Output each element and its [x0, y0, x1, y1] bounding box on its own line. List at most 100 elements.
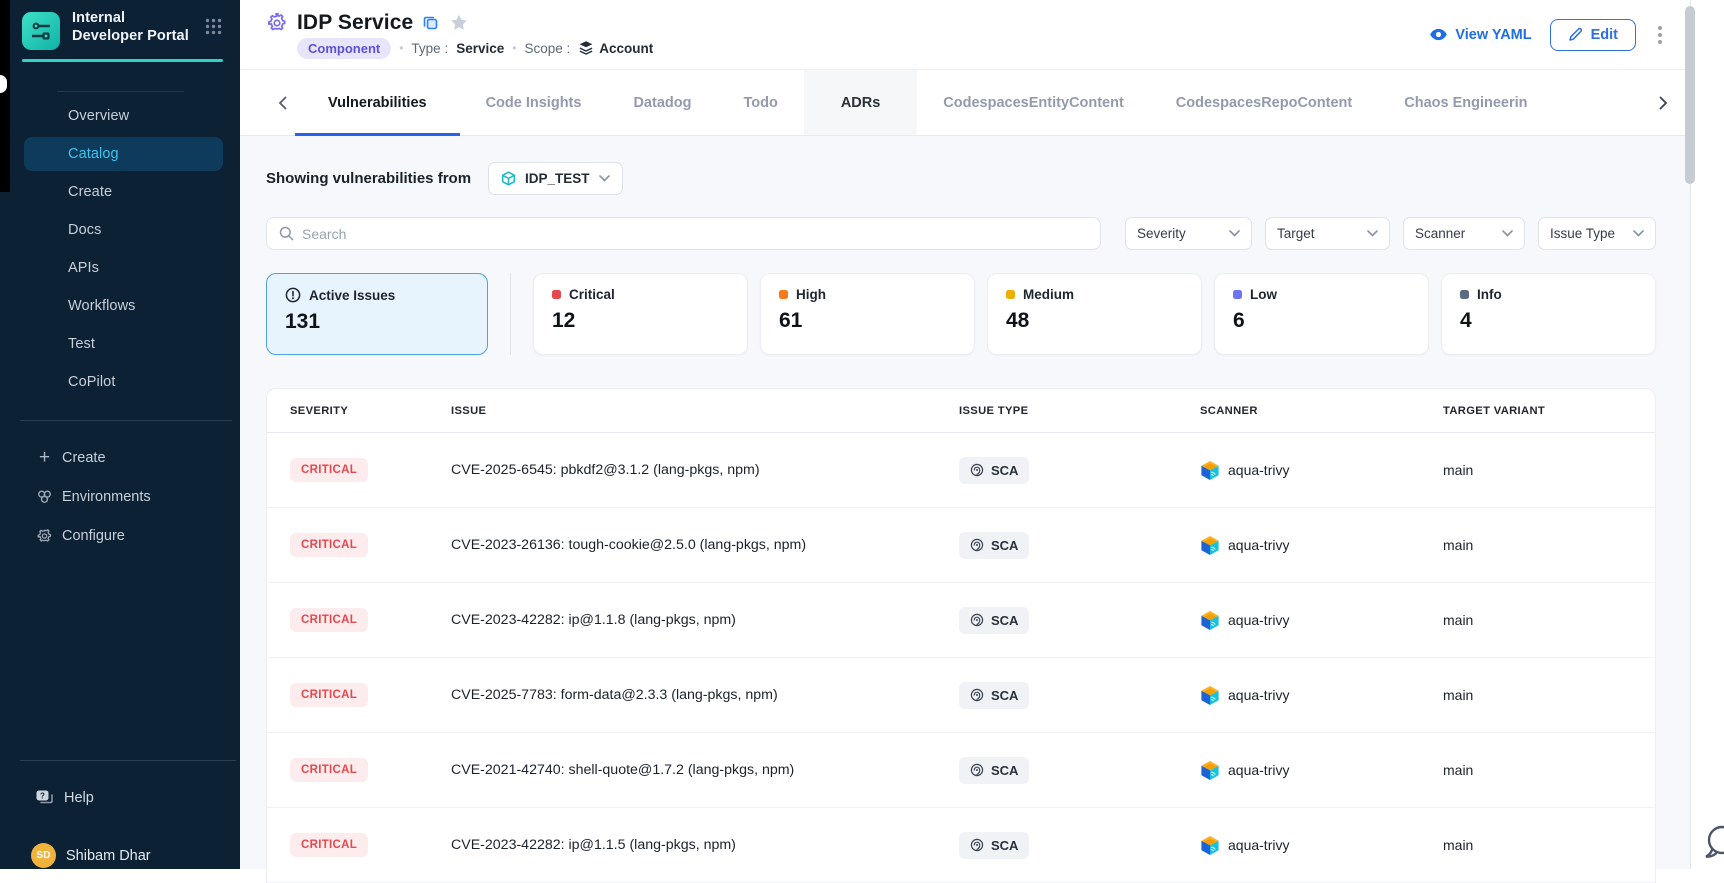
target-variant: main — [1443, 837, 1655, 853]
severity-card-label: Medium — [1023, 287, 1074, 302]
table-row[interactable]: CRITICAL CVE-2023-42282: ip@1.1.8 (lang-… — [267, 583, 1655, 658]
issue-type-pill: SCA — [959, 532, 1029, 559]
tab-label: Datadog — [633, 95, 691, 111]
tab-datadog[interactable]: Datadog — [607, 70, 717, 135]
sidebar-item-label: CoPilot — [68, 374, 115, 390]
edit-button[interactable]: Edit — [1550, 19, 1636, 51]
chat-launcher-icon[interactable] — [1698, 820, 1724, 864]
tab-codespaces-entity[interactable]: CodespacesEntityContent — [917, 70, 1149, 135]
issue-type-pill: SCA — [959, 757, 1029, 784]
active-issues-card[interactable]: Active Issues 131 — [266, 273, 488, 355]
scanner-cell: aqua-trivy — [1200, 460, 1443, 481]
severity-dot — [1233, 290, 1242, 299]
tab-codespaces-repo[interactable]: CodespacesRepoContent — [1150, 70, 1378, 135]
column-issue: ISSUE — [451, 405, 959, 417]
vertical-scrollbar[interactable] — [1685, 6, 1695, 184]
user-menu[interactable]: SD Shibam Dhar — [0, 842, 240, 869]
active-issues-label: Active Issues — [309, 288, 395, 303]
sidebar-item-test[interactable]: Test — [0, 325, 240, 363]
vulnerability-table: SEVERITY ISSUE ISSUE TYPE SCANNER TARGET… — [266, 388, 1656, 883]
sidebar-action-create[interactable]: + Create — [0, 438, 240, 477]
app-grid-icon[interactable] — [205, 18, 222, 35]
issue-type-pill: SCA — [959, 607, 1029, 634]
chevron-down-icon — [1633, 230, 1644, 237]
right-gutter — [1690, 0, 1724, 869]
table-row[interactable]: CRITICAL CVE-2023-42282: ip@1.1.5 (lang-… — [267, 808, 1655, 883]
issue-type-pill: SCA — [959, 832, 1029, 859]
severity-card-count: 48 — [1006, 309, 1183, 333]
type-label: Type : — [411, 41, 448, 56]
tab-todo[interactable]: Todo — [717, 70, 803, 135]
tab-adrs[interactable]: ADRs — [804, 70, 917, 135]
copy-icon[interactable] — [422, 14, 439, 31]
more-options-button[interactable] — [1654, 22, 1666, 48]
table-row[interactable]: CRITICAL CVE-2021-42740: shell-quote@1.7… — [267, 733, 1655, 808]
tab-label: Vulnerabilities — [328, 95, 427, 111]
severity-card-label: Critical — [569, 287, 615, 302]
column-scanner: SCANNER — [1200, 405, 1443, 417]
search-input[interactable] — [302, 226, 1088, 242]
severity-card-count: 4 — [1460, 309, 1637, 333]
trivy-icon — [1200, 610, 1220, 631]
sidebar-item-apis[interactable]: APIs — [0, 249, 240, 287]
tabs-scroll-left-icon[interactable] — [270, 90, 295, 116]
tab-label: Todo — [743, 95, 777, 111]
filter-target[interactable]: Target — [1265, 217, 1390, 250]
table-row[interactable]: CRITICAL CVE-2025-7783: form-data@2.3.3 … — [267, 658, 1655, 733]
view-yaml-button[interactable]: View YAML — [1429, 27, 1531, 43]
issue-type-label: SCA — [991, 613, 1018, 628]
sidebar-item-copilot[interactable]: CoPilot — [0, 363, 240, 401]
chevron-down-icon — [1502, 230, 1513, 237]
dot-separator: • — [512, 41, 516, 55]
tab-code-insights[interactable]: Code Insights — [460, 70, 608, 135]
idp-logo[interactable] — [22, 12, 60, 50]
issue-type-label: SCA — [991, 688, 1018, 703]
severity-card-info[interactable]: Info 4 — [1441, 273, 1656, 355]
sidebar-action-configure[interactable]: Configure — [0, 516, 240, 555]
sidebar-item-catalog[interactable]: Catalog — [0, 135, 240, 173]
plus-icon: + — [36, 448, 53, 467]
project-select[interactable]: IDP_TEST — [488, 162, 623, 195]
target-variant: main — [1443, 462, 1655, 478]
severity-card-low[interactable]: Low 6 — [1214, 273, 1429, 355]
scope-label: Scope : — [524, 41, 570, 56]
severity-badge: CRITICAL — [290, 683, 368, 707]
target-variant: main — [1443, 537, 1655, 553]
sidebar-item-label: Workflows — [68, 298, 136, 314]
filter-severity[interactable]: Severity — [1125, 217, 1252, 250]
scanner-name: aqua-trivy — [1228, 837, 1289, 853]
table-row[interactable]: CRITICAL CVE-2025-6545: pbkdf2@3.1.2 (la… — [267, 433, 1655, 508]
scanner-cell: aqua-trivy — [1200, 760, 1443, 781]
severity-card-high[interactable]: High 61 — [760, 273, 975, 355]
active-issues-count: 131 — [285, 310, 469, 334]
severity-badge: CRITICAL — [290, 608, 368, 632]
severity-dot — [552, 290, 561, 299]
kind-badge[interactable]: Component — [297, 38, 391, 59]
severity-card-count: 61 — [779, 309, 956, 333]
brand-title: Internal Developer Portal — [72, 10, 190, 45]
sidebar-item-create[interactable]: Create — [0, 173, 240, 211]
svg-text:?: ? — [40, 792, 45, 801]
sidebar-item-overview[interactable]: Overview — [0, 97, 240, 135]
sidebar-action-environments[interactable]: Environments — [0, 477, 240, 516]
tabs-scroll-right-icon[interactable] — [1651, 90, 1676, 116]
issue-text: CVE-2023-42282: ip@1.1.8 (lang-pkgs, npm… — [451, 612, 959, 628]
trivy-icon — [1200, 535, 1220, 556]
project-name: IDP_TEST — [525, 171, 590, 186]
help-button[interactable]: ? Help — [0, 781, 240, 815]
target-variant: main — [1443, 762, 1655, 778]
search-box[interactable] — [266, 217, 1101, 250]
severity-card-medium[interactable]: Medium 48 — [987, 273, 1202, 355]
table-row[interactable]: CRITICAL CVE-2023-26136: tough-cookie@2.… — [267, 508, 1655, 583]
sidebar-item-docs[interactable]: Docs — [0, 211, 240, 249]
search-icon — [279, 226, 294, 241]
tab-vulnerabilities[interactable]: Vulnerabilities — [295, 70, 460, 135]
severity-card-critical[interactable]: Critical 12 — [533, 273, 748, 355]
sidebar-item-workflows[interactable]: Workflows — [0, 287, 240, 325]
filter-issue-type[interactable]: Issue Type — [1538, 217, 1656, 250]
trivy-icon — [1200, 835, 1220, 856]
tab-chaos-engineering[interactable]: Chaos Engineerin — [1378, 70, 1553, 135]
type-value: Service — [456, 41, 504, 56]
star-icon[interactable] — [450, 14, 468, 31]
filter-scanner[interactable]: Scanner — [1403, 217, 1525, 250]
